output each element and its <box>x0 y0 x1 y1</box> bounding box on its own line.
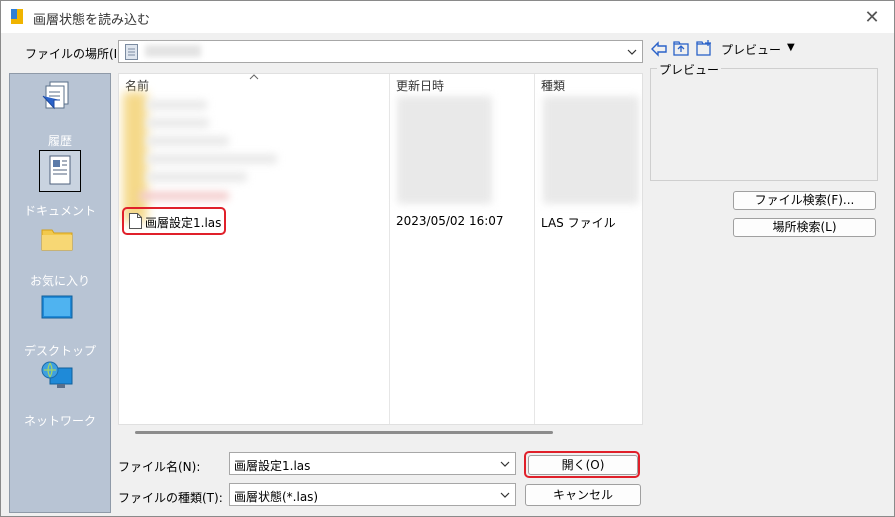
obscured-folders <box>123 92 147 222</box>
favorites-folder-icon <box>41 229 73 251</box>
close-icon: ✕ <box>864 6 880 28</box>
obscured-row <box>147 154 277 164</box>
filename-label: ファイル名(N): <box>118 460 201 474</box>
preview-menu[interactable]: プレビュー <box>721 41 781 58</box>
column-header-type[interactable]: 種類 <box>535 74 642 93</box>
back-arrow-icon[interactable] <box>650 40 668 58</box>
filename-combobox[interactable]: 画層設定1.las <box>229 452 516 475</box>
chevron-down-icon <box>500 492 510 498</box>
filename-value: 画層設定1.las <box>234 459 311 473</box>
chevron-down-icon <box>627 49 637 55</box>
sort-ascending-icon <box>249 74 259 80</box>
obscured-row <box>147 118 209 128</box>
location-value-blurred <box>145 45 201 57</box>
places-bar: 履歴 ドキュメント お気に入り デスクトップ ネットワーク <box>9 73 111 513</box>
obscured-dates <box>397 96 492 204</box>
place-desktop-label: デスクトップ <box>23 344 96 358</box>
desktop-icon <box>41 295 73 319</box>
up-folder-icon[interactable] <box>672 39 690 57</box>
network-icon <box>41 361 73 388</box>
obscured-row <box>147 172 247 182</box>
place-documents-label: ドキュメント <box>23 204 96 218</box>
obscured-row <box>139 192 229 200</box>
load-layer-state-dialog: 画層状態を読み込む ✕ ファイルの場所(I): プレビュー ▼ 履歴 ドキュメン… <box>0 0 895 517</box>
obscured-row <box>147 136 229 146</box>
chevron-down-icon <box>500 461 510 467</box>
cancel-button[interactable]: キャンセル <box>525 484 641 506</box>
preview-menu-dropdown-icon[interactable]: ▼ <box>787 42 795 53</box>
place-history-label: 履歴 <box>47 134 72 148</box>
title-bar: 画層状態を読み込む ✕ <box>1 1 894 33</box>
find-file-button[interactable]: ファイル検索(F)... <box>733 191 876 210</box>
file-type: LAS ファイル <box>541 216 616 230</box>
documents-icon <box>49 155 71 185</box>
horizontal-scrollbar[interactable] <box>135 431 553 434</box>
column-divider <box>389 74 390 424</box>
file-date: 2023/05/02 16:07 <box>396 214 504 228</box>
preview-panel <box>650 68 878 181</box>
location-combobox[interactable] <box>118 40 643 63</box>
filetype-value: 画層状態(*.las) <box>234 490 319 504</box>
file-list[interactable]: 名前 更新日時 種類 画層設定1.las 2023/05/02 16:07 LA… <box>118 73 643 425</box>
window-title: 画層状態を読み込む <box>33 13 151 28</box>
obscured-row <box>147 100 207 110</box>
place-network-label: ネットワーク <box>23 414 96 428</box>
preview-group-label: プレビュー <box>657 61 722 78</box>
new-folder-icon[interactable] <box>695 39 713 57</box>
place-favorites-label: お気に入り <box>29 274 90 288</box>
obscured-types <box>543 96 639 204</box>
open-button-highlight-marker <box>524 451 640 478</box>
location-label: ファイルの場所(I): <box>25 47 126 61</box>
close-button[interactable]: ✕ <box>850 1 894 33</box>
file-highlight-marker <box>122 207 226 235</box>
document-icon <box>125 44 138 60</box>
column-header-date[interactable]: 更新日時 <box>390 74 534 93</box>
filetype-combobox[interactable]: 画層状態(*.las) <box>229 483 516 506</box>
column-divider <box>534 74 535 424</box>
history-icon <box>42 81 69 110</box>
filetype-label: ファイルの種類(T): <box>118 491 223 505</box>
find-location-button[interactable]: 場所検索(L) <box>733 218 876 237</box>
app-icon <box>11 9 23 24</box>
